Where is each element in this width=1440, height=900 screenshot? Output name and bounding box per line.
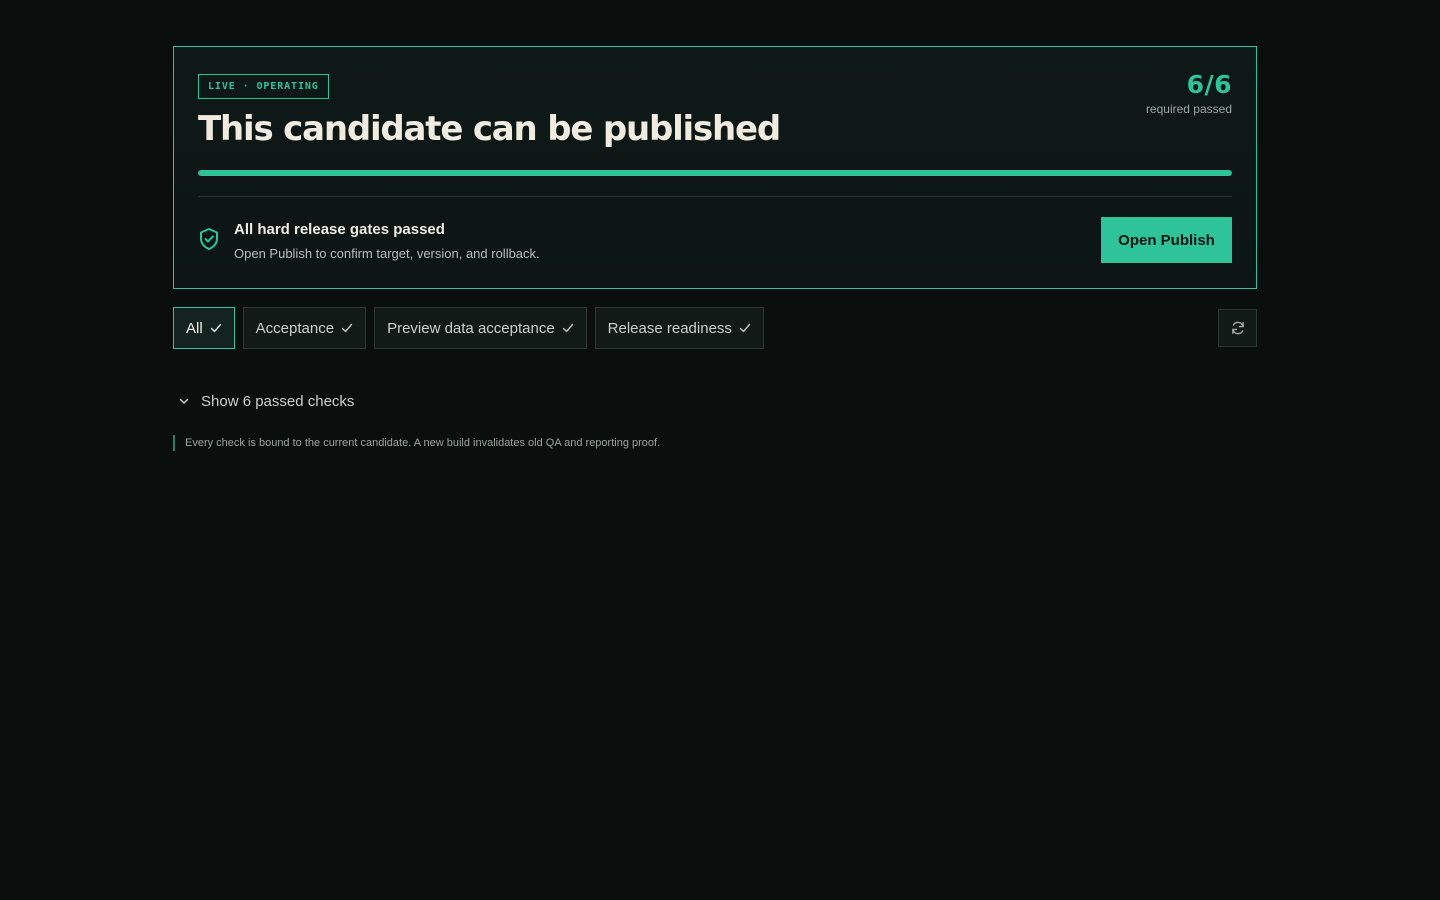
gate-title: All hard release gates passed xyxy=(234,221,445,238)
open-publish-button[interactable]: Open Publish xyxy=(1101,217,1232,263)
check-icon xyxy=(739,323,751,333)
divider xyxy=(198,196,1232,197)
check-icon xyxy=(210,323,221,333)
progress-bar-fill xyxy=(198,170,1232,176)
refresh-icon xyxy=(1231,321,1244,335)
tab-preview-data-acceptance[interactable]: Preview data acceptance xyxy=(374,307,587,349)
refresh-button[interactable] xyxy=(1218,309,1257,347)
tab-release-readiness[interactable]: Release readiness xyxy=(594,307,764,349)
gate-description: Open Publish to confirm target, version,… xyxy=(234,246,540,261)
show-passed-checks-toggle[interactable]: Show 6 passed checks xyxy=(177,389,354,413)
tab-label: All xyxy=(186,319,203,337)
progress-bar xyxy=(198,170,1232,176)
tab-acceptance[interactable]: Acceptance xyxy=(242,307,367,349)
release-status-card: LIVE · OPERATING This candidate can be p… xyxy=(173,46,1257,289)
tab-all[interactable]: All xyxy=(173,307,235,349)
shield-check-icon xyxy=(200,228,218,250)
filter-tabs: All Acceptance Preview data acceptance R… xyxy=(173,307,764,349)
gate-summary-row: All hard release gates passed Open Publi… xyxy=(198,217,1232,263)
tab-label: Acceptance xyxy=(255,319,335,337)
show-passed-checks-label: Show 6 passed checks xyxy=(201,392,355,410)
check-icon xyxy=(341,323,353,333)
tab-label: Release readiness xyxy=(607,319,732,337)
footnote: Every check is bound to the current cand… xyxy=(173,435,660,451)
passed-count: 6/6 xyxy=(1186,70,1232,99)
passed-count-block: 6/6 required passed xyxy=(1146,69,1232,116)
tab-label: Preview data acceptance xyxy=(387,319,555,337)
page-title: This candidate can be published xyxy=(198,109,781,149)
status-badge: LIVE · OPERATING xyxy=(198,74,329,99)
chevron-down-icon xyxy=(179,398,189,404)
passed-count-label: required passed xyxy=(1145,102,1232,116)
check-icon xyxy=(562,323,573,333)
